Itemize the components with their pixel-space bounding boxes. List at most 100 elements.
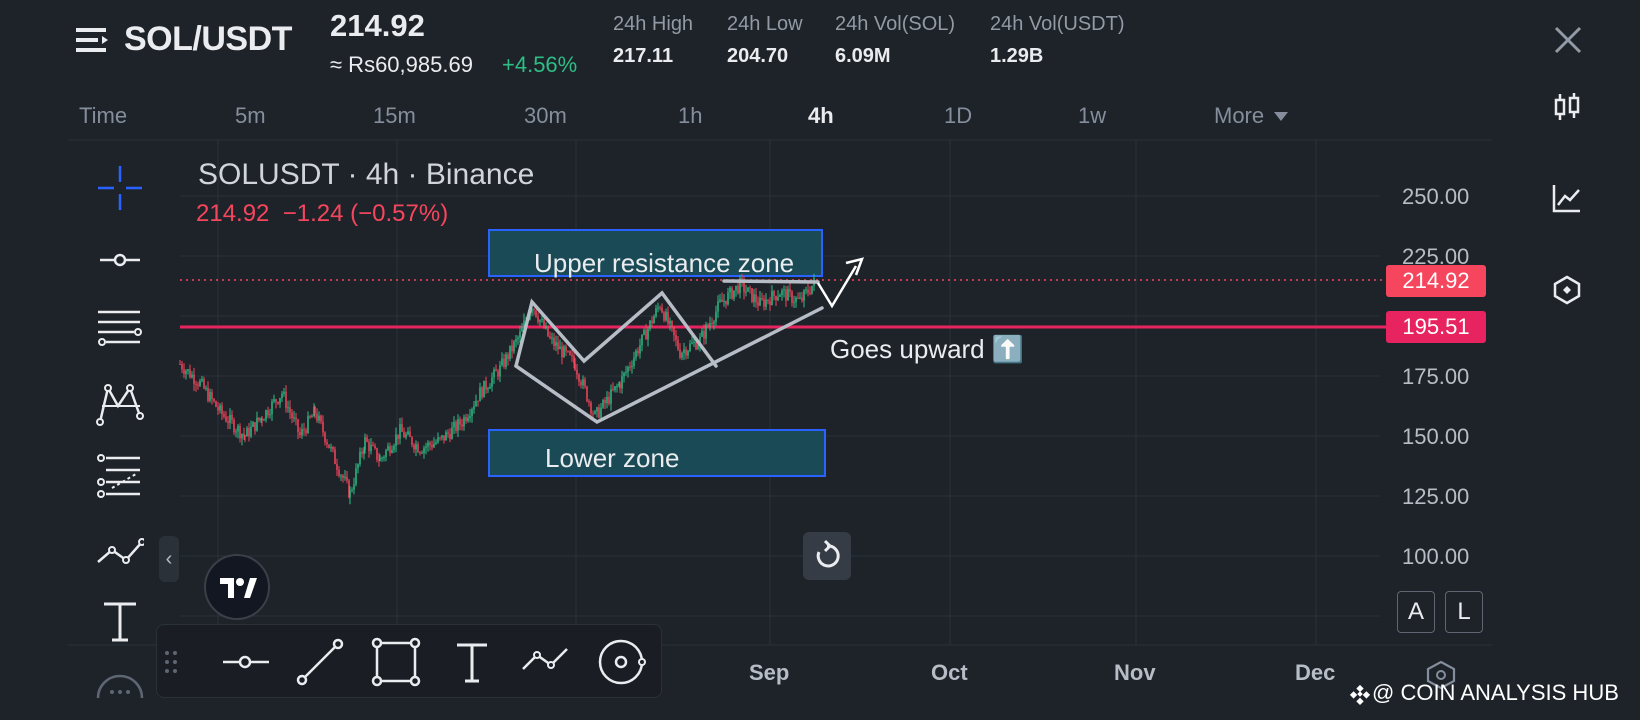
candle-body [376, 448, 378, 460]
candle-body [385, 450, 387, 457]
candle-body [574, 363, 576, 370]
drag-handle-icon[interactable] [159, 637, 183, 687]
chart-price-info: 214.92 −1.24 (−0.57%) [196, 200, 448, 228]
reset-chart-button[interactable] [803, 532, 851, 580]
candle-body [263, 419, 265, 421]
candle-body [368, 441, 370, 452]
fib-lines-tool-icon[interactable] [96, 306, 144, 354]
candle-body [437, 437, 439, 443]
candle-body [745, 291, 747, 293]
y-tick: 175.00 [1402, 364, 1470, 389]
candle-body [645, 329, 647, 340]
candle-body [471, 409, 473, 416]
candle-body [614, 386, 616, 391]
candle-body [629, 366, 631, 368]
candle-body [324, 432, 326, 442]
y-tick: 250.00 [1402, 184, 1470, 209]
candle-body [246, 428, 248, 437]
candle-body [217, 406, 219, 411]
candle-body [631, 365, 633, 367]
candle-body [769, 301, 771, 306]
candle-body [301, 429, 303, 436]
tradingview-icon [220, 578, 257, 598]
candle-body [254, 422, 256, 431]
polyline-tool-icon[interactable] [96, 526, 144, 574]
candle-body [189, 369, 191, 378]
candle-body [598, 407, 600, 418]
candle-body [303, 429, 305, 431]
candle-body [625, 371, 627, 373]
candle-body [586, 386, 588, 402]
log-scale-button[interactable]: L [1445, 591, 1483, 633]
candle-body [207, 387, 209, 401]
horizontal-ray-icon[interactable] [221, 637, 271, 687]
collapse-toolbar-button[interactable]: ‹ [159, 536, 179, 582]
candle-body [621, 376, 623, 389]
auto-scale-button[interactable]: A [1397, 591, 1435, 633]
candle-body [761, 297, 763, 300]
tradingview-logo [204, 554, 270, 620]
candle-body [411, 436, 413, 445]
candle-body [374, 445, 376, 449]
candle-body [256, 417, 258, 431]
candle-body [503, 358, 505, 367]
candle-body [501, 358, 503, 366]
candle-body [381, 457, 383, 459]
candle-body [366, 437, 368, 442]
crosshair-icon[interactable] [96, 164, 144, 212]
candle-body [799, 297, 801, 299]
candle-body [433, 443, 435, 448]
candle-body [473, 406, 475, 410]
pattern-lower-trendline [514, 306, 824, 425]
candle-body [197, 384, 199, 386]
candle-body [445, 432, 447, 441]
more-tools-icon[interactable] [96, 670, 144, 700]
candle-body [505, 354, 507, 367]
candle-body [451, 427, 453, 440]
candle-body [677, 339, 679, 350]
candle-body [326, 441, 328, 445]
candle-body [567, 351, 569, 353]
candle-body [547, 326, 549, 337]
candle-body [405, 434, 407, 438]
candle-body [299, 432, 301, 436]
horizontal-line-tool-icon[interactable] [96, 236, 144, 284]
candle-body [673, 326, 675, 336]
candle-body [203, 379, 205, 389]
candle-body [600, 407, 602, 418]
candle-body [551, 337, 553, 339]
x-tick: Oct [931, 660, 968, 685]
candle-body [779, 294, 781, 297]
path-icon[interactable] [521, 637, 571, 687]
candle-body [441, 435, 443, 438]
candle-body [495, 369, 497, 372]
candle-body [773, 290, 775, 297]
candle-body [733, 290, 735, 299]
candle-body [485, 380, 487, 390]
candle-body [391, 449, 393, 453]
candle-body [401, 424, 403, 432]
candle-body [459, 419, 461, 425]
text-icon[interactable] [447, 637, 497, 687]
candle-body [295, 417, 297, 420]
candle-body [435, 442, 437, 444]
candle-body [235, 431, 237, 433]
chart-last-price: 214.92 [196, 200, 270, 227]
forecast-tool-icon[interactable] [96, 452, 144, 500]
candle-body [793, 302, 795, 304]
candle-body [777, 296, 779, 301]
rectangle-icon[interactable] [371, 637, 421, 687]
candle-body [757, 302, 759, 306]
pattern-tool-icon[interactable] [96, 380, 144, 428]
text-tool-icon[interactable] [96, 598, 144, 646]
candle-body [727, 292, 729, 305]
candle-body [322, 421, 324, 433]
circle-tool-icon[interactable] [597, 637, 647, 687]
candle-body [623, 372, 625, 377]
candle-body [334, 449, 336, 464]
candle-body [669, 320, 671, 324]
binance-icon [1349, 685, 1371, 706]
candle-body [811, 285, 813, 294]
candle-body [429, 442, 431, 445]
trend-line-icon[interactable] [295, 637, 345, 687]
